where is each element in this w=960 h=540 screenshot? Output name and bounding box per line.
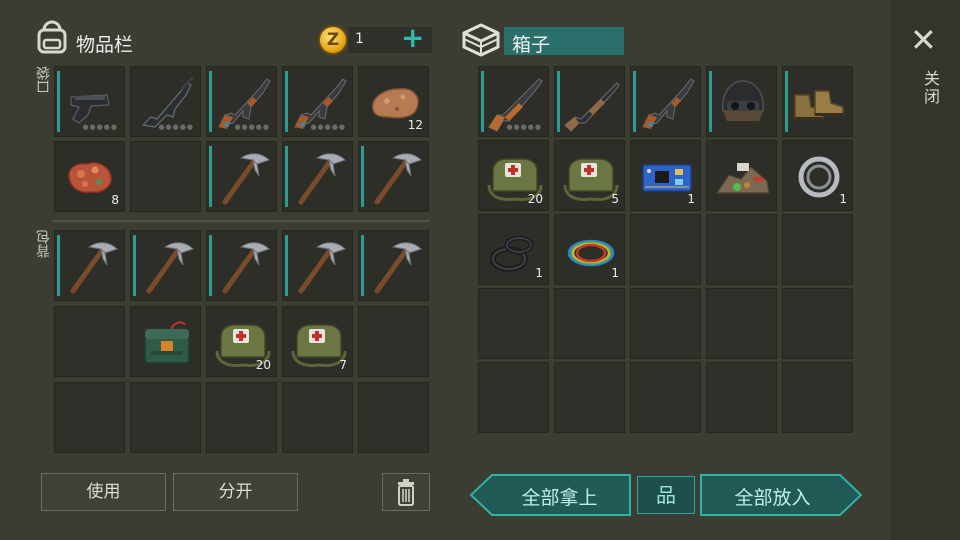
item-quantity: 7 [339, 358, 347, 372]
empty-slot[interactable] [630, 362, 701, 433]
item-quantity: 1 [535, 266, 543, 280]
scrap-pile-icon [715, 163, 770, 194]
item-slot[interactable] [358, 230, 429, 301]
item-quantity: 8 [111, 193, 119, 207]
pocket-label: 口袋 [36, 66, 52, 94]
pickaxe-icon [70, 242, 118, 294]
item-slot[interactable] [282, 141, 353, 212]
coin-count: 1 [355, 31, 364, 47]
item-slot[interactable]: 7 [282, 306, 353, 377]
trash-button[interactable] [382, 473, 430, 511]
put-all-button[interactable]: 全部放入 [705, 483, 840, 510]
ak-rifle-icon [642, 78, 695, 129]
empty-slot[interactable] [54, 306, 125, 377]
pickaxe-icon [222, 242, 270, 294]
item-slot[interactable]: ●●●●● [478, 66, 549, 137]
item-slot[interactable]: 1 [630, 140, 701, 211]
boots-icon [794, 90, 844, 120]
ammo-dots: ●●●●● [158, 123, 194, 131]
empty-slot[interactable] [478, 362, 549, 433]
ammo-dots: ●●●●● [310, 123, 346, 131]
ammo-dots: ●●●●● [82, 123, 118, 131]
item-slot[interactable]: 1 [554, 214, 625, 285]
empty-slot[interactable] [554, 288, 625, 359]
empty-slot[interactable] [630, 214, 701, 285]
item-quantity: 5 [611, 192, 619, 206]
empty-slot[interactable] [706, 288, 777, 359]
helmet-icon [722, 80, 764, 121]
item-quantity: 12 [407, 118, 423, 132]
inventory-title: 物品栏 [76, 34, 134, 56]
item-slot[interactable]: ●●●●● [282, 66, 353, 137]
item-slot[interactable]: ●●●●● [54, 66, 125, 137]
item-slot[interactable] [130, 230, 201, 301]
use-button[interactable]: 使用 [41, 473, 166, 511]
empty-slot[interactable] [630, 288, 701, 359]
empty-slot[interactable] [782, 214, 853, 285]
item-slot[interactable]: 5 [554, 140, 625, 211]
item-quantity: 1 [611, 266, 619, 280]
item-slot[interactable] [54, 230, 125, 301]
pickaxe-icon [374, 153, 422, 205]
empty-slot[interactable] [782, 362, 853, 433]
explosive-icon [144, 321, 190, 364]
trash-icon [398, 479, 414, 506]
item-slot[interactable] [706, 140, 777, 211]
item-slot[interactable]: 8 [54, 141, 125, 212]
item-slot[interactable] [282, 230, 353, 301]
empty-slot[interactable] [706, 362, 777, 433]
close-label[interactable]: 关闭 [918, 70, 942, 106]
empty-slot[interactable] [358, 306, 429, 377]
box-title: 箱子 [512, 34, 551, 56]
empty-slot[interactable] [478, 288, 549, 359]
item-slot[interactable]: 12 [358, 66, 429, 137]
item-slot[interactable]: ●●●●● [130, 66, 201, 137]
close-icon[interactable]: ✕ [910, 24, 937, 56]
empty-slot[interactable] [54, 382, 125, 453]
item-slot[interactable] [782, 66, 853, 137]
item-slot[interactable] [554, 66, 625, 137]
empty-slot[interactable] [130, 382, 201, 453]
item-slot[interactable] [358, 141, 429, 212]
pickaxe-icon [374, 242, 422, 294]
section-divider [52, 220, 430, 222]
item-slot[interactable] [130, 306, 201, 377]
ammo-dots: ●●●●● [506, 123, 542, 131]
sort-button[interactable]: 品 [637, 476, 695, 514]
pickaxe-icon [298, 242, 346, 294]
empty-slot[interactable] [358, 382, 429, 453]
item-slot[interactable]: 20 [478, 140, 549, 211]
item-slot[interactable]: 1 [478, 214, 549, 285]
item-quantity: 20 [527, 192, 543, 206]
pickaxe-icon [146, 242, 194, 294]
item-slot[interactable] [706, 66, 777, 137]
add-coins-button[interactable]: + [401, 22, 424, 54]
item-slot[interactable] [630, 66, 701, 137]
pickaxe-icon [298, 153, 346, 205]
box-icon [462, 23, 500, 57]
empty-slot[interactable] [554, 362, 625, 433]
take-all-button[interactable]: 全部拿上 [492, 483, 627, 510]
backpack-icon [37, 20, 67, 54]
item-slot[interactable] [206, 141, 277, 212]
item-slot[interactable]: 1 [782, 140, 853, 211]
item-slot[interactable]: ●●●●● [206, 66, 277, 137]
split-button[interactable]: 分开 [173, 473, 298, 511]
empty-slot[interactable] [706, 214, 777, 285]
item-quantity: 1 [687, 192, 695, 206]
empty-slot[interactable] [782, 288, 853, 359]
item-slot[interactable] [206, 230, 277, 301]
backpack-label: 背包 [36, 230, 52, 258]
coin-icon: Z [318, 25, 348, 55]
item-quantity: 1 [839, 192, 847, 206]
ammo-dots: ●●●●● [234, 123, 270, 131]
pickaxe-icon [222, 153, 270, 205]
item-quantity: 20 [255, 358, 271, 372]
empty-slot[interactable] [130, 141, 201, 212]
shotgun-icon [564, 82, 620, 132]
empty-slot[interactable] [282, 382, 353, 453]
empty-slot[interactable] [206, 382, 277, 453]
item-slot[interactable]: 20 [206, 306, 277, 377]
